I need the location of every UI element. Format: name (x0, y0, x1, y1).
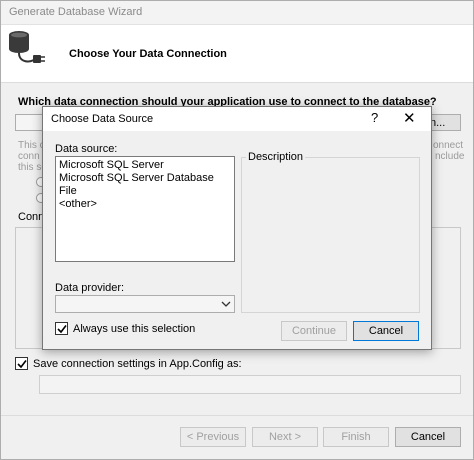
always-use-checkbox[interactable] (55, 322, 68, 335)
description-label: Description (246, 151, 306, 163)
description-group: Description (241, 151, 420, 313)
choose-data-source-dialog: Choose Data Source ? ✕ Data source: Micr… (42, 106, 432, 350)
database-connection-icon (9, 31, 45, 63)
previous-button[interactable]: < Previous (180, 427, 246, 447)
finish-button[interactable]: Finish (323, 427, 389, 447)
help-icon[interactable]: ? (371, 110, 378, 125)
save-connection-checkbox[interactable] (15, 357, 28, 370)
ghost-text-right-2: nclude (435, 151, 465, 162)
save-connection-row[interactable]: Save connection settings in App.Config a… (15, 357, 242, 370)
ghost-text-2: conn (18, 151, 40, 162)
dialog-cancel-button[interactable]: Cancel (353, 321, 419, 341)
always-use-label: Always use this selection (73, 322, 196, 335)
dialog-title: Choose Data Source (51, 113, 154, 125)
next-button[interactable]: Next > (252, 427, 318, 447)
continue-button[interactable]: Continue (281, 321, 347, 341)
always-use-row[interactable]: Always use this selection (55, 322, 195, 335)
dialog-titlebar: Choose Data Source ? ✕ (43, 107, 431, 131)
list-item[interactable]: Microsoft SQL Server Database File (59, 172, 231, 198)
footer-divider (1, 415, 473, 416)
new-connection-button-label: n... (430, 117, 446, 129)
close-icon[interactable]: ✕ (403, 109, 416, 127)
new-connection-button[interactable]: n... (427, 114, 461, 131)
checkmark-icon (56, 324, 67, 333)
data-source-label: Data source: (55, 143, 118, 155)
wizard-titlebar: Generate Database Wizard (1, 1, 473, 25)
list-item[interactable]: <other> (59, 198, 231, 211)
checkmark-icon (16, 359, 27, 368)
data-provider-label: Data provider: (55, 282, 125, 294)
connection-dropdown[interactable] (15, 114, 45, 131)
data-source-list[interactable]: Microsoft SQL Server Microsoft SQL Serve… (55, 156, 235, 262)
connection-name-input[interactable] (39, 375, 461, 394)
save-connection-label: Save connection settings in App.Config a… (33, 357, 242, 370)
wizard-heading: Choose Your Data Connection (69, 48, 227, 60)
ghost-text-right-1: onnect (433, 140, 464, 151)
chevron-down-icon (221, 301, 231, 307)
ghost-text-1: This c (18, 140, 45, 151)
wizard-title: Generate Database Wizard (9, 6, 143, 18)
list-item[interactable]: Microsoft SQL Server (59, 159, 231, 172)
data-provider-select[interactable] (55, 295, 235, 313)
wizard-cancel-button[interactable]: Cancel (395, 427, 461, 447)
